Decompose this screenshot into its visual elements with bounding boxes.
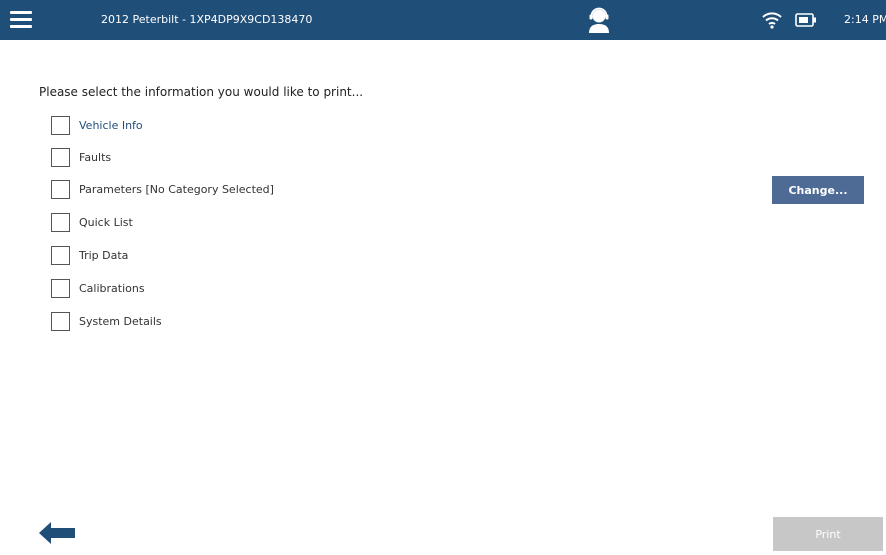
battery-icon <box>795 13 816 27</box>
print-button[interactable]: Print <box>773 517 883 551</box>
wifi-icon <box>762 12 782 29</box>
checkbox[interactable] <box>51 147 70 167</box>
option-label: Vehicle Info <box>79 118 143 132</box>
option-parameters[interactable]: Parameters [No Category Selected] <box>51 178 274 200</box>
option-system-details[interactable]: System Details <box>51 310 162 332</box>
option-label: Quick List <box>79 215 133 229</box>
checkbox[interactable] <box>51 311 70 331</box>
change-category-button[interactable]: Change... <box>772 176 864 204</box>
clock: 2:14 PM <box>844 13 886 26</box>
vehicle-title: 2012 Peterbilt - 1XP4DP9X9CD138470 <box>101 13 313 26</box>
support-agent-icon[interactable] <box>587 6 611 34</box>
option-label: Parameters [No Category Selected] <box>79 182 274 196</box>
checkbox[interactable] <box>51 179 70 199</box>
option-label: Trip Data <box>79 248 129 262</box>
print-prompt: Please select the information you would … <box>39 85 364 99</box>
checkbox[interactable] <box>51 278 70 298</box>
option-label: Faults <box>79 150 112 164</box>
option-calibrations[interactable]: Calibrations <box>51 277 145 299</box>
top-bar: 2012 Peterbilt - 1XP4DP9X9CD138470 2:14 … <box>0 0 886 40</box>
option-faults[interactable]: Faults <box>51 146 111 168</box>
option-quick-list[interactable]: Quick List <box>51 211 133 233</box>
checkbox[interactable] <box>51 212 70 232</box>
option-vehicle-info[interactable]: Vehicle Info <box>51 114 143 136</box>
option-label: Calibrations <box>79 281 145 295</box>
back-arrow-icon[interactable] <box>39 522 75 544</box>
checkbox[interactable] <box>51 115 70 135</box>
menu-icon[interactable] <box>10 9 32 31</box>
option-label: System Details <box>79 314 162 328</box>
option-trip-data[interactable]: Trip Data <box>51 244 128 266</box>
checkbox[interactable] <box>51 245 70 265</box>
